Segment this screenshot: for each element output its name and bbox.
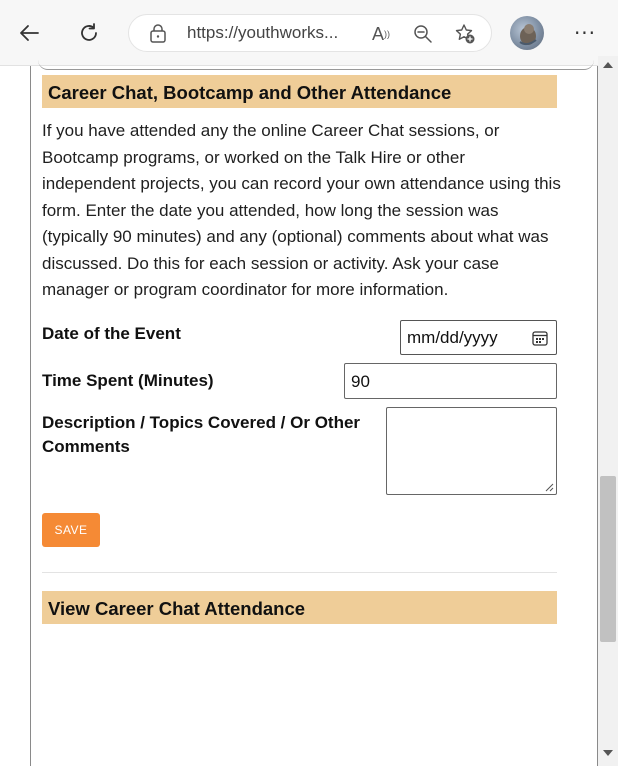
- more-menu-icon: ···: [573, 21, 597, 45]
- address-bar[interactable]: https://youthworks... A)): [128, 14, 492, 52]
- profile-avatar[interactable]: [510, 16, 544, 50]
- calendar-icon[interactable]: [532, 330, 548, 346]
- zoom-out-icon[interactable]: [411, 22, 435, 46]
- date-label: Date of the Event: [42, 324, 181, 343]
- scroll-up-arrow-icon[interactable]: [603, 62, 613, 68]
- lock-icon[interactable]: [149, 24, 167, 44]
- more-menu-button[interactable]: ···: [568, 16, 602, 50]
- avatar-image: [519, 24, 537, 46]
- arrow-left-icon: [20, 25, 39, 41]
- date-placeholder: mm/dd/yyyy: [407, 328, 498, 347]
- date-input[interactable]: mm/dd/yyyy: [400, 320, 557, 355]
- favorite-add-icon[interactable]: [453, 22, 477, 46]
- description-textarea[interactable]: [386, 407, 557, 495]
- scroll-thumb[interactable]: [600, 476, 616, 642]
- section-divider: [42, 572, 557, 573]
- time-spent-label: Time Spent (Minutes): [42, 371, 214, 390]
- time-spent-input[interactable]: 90: [344, 363, 557, 399]
- refresh-button[interactable]: [72, 16, 106, 50]
- page-scrollbar[interactable]: [598, 56, 618, 766]
- resize-handle-icon[interactable]: [544, 482, 554, 492]
- refresh-icon: [81, 23, 97, 41]
- save-button[interactable]: SAVE: [42, 513, 100, 547]
- view-attendance-title: View Career Chat Attendance: [42, 591, 557, 624]
- back-button[interactable]: [12, 16, 46, 50]
- browser-toolbar: https://youthworks... A)) ···: [0, 0, 618, 66]
- description-label: Description / Topics Covered / Or Other …: [42, 413, 361, 456]
- url-text[interactable]: https://youthworks...: [187, 23, 338, 43]
- read-aloud-icon[interactable]: A)): [369, 22, 393, 46]
- scroll-down-arrow-icon[interactable]: [603, 750, 613, 756]
- intro-paragraph: If you have attended any the online Care…: [42, 121, 561, 299]
- read-aloud-glyph: A: [371, 23, 384, 44]
- attendance-section-title: Career Chat, Bootcamp and Other Attendan…: [42, 75, 557, 108]
